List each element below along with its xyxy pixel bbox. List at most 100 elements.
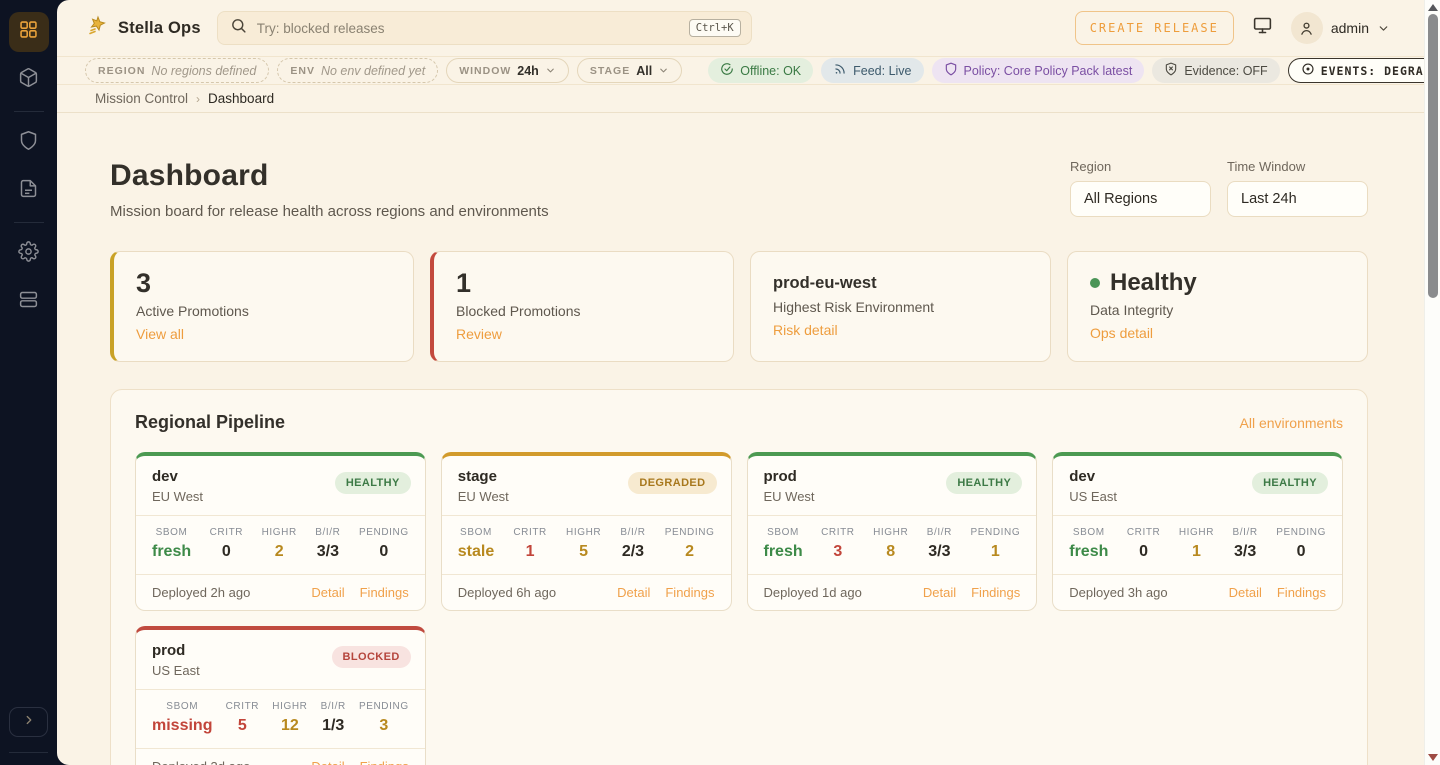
server-icon xyxy=(18,289,39,315)
stat-value: fresh xyxy=(1069,543,1108,561)
detail-link[interactable]: Detail xyxy=(311,759,344,765)
events-status-label: EVENTS: DEGRADED xyxy=(1321,64,1440,78)
all-environments-link[interactable]: All environments xyxy=(1240,415,1344,431)
findings-link[interactable]: Findings xyxy=(1277,585,1326,600)
stat-column: PENDING1 xyxy=(970,527,1020,561)
stat-column: HIGHR2 xyxy=(262,527,297,561)
vertical-scrollbar xyxy=(1424,0,1440,765)
stat-value: 2 xyxy=(665,543,715,561)
pipeline-card-links: Detail Findings xyxy=(923,585,1020,600)
stat-value: 8 xyxy=(873,543,908,561)
pipeline-card: dev US East HEALTHY SBOMfreshCRITR0HIGHR… xyxy=(1052,452,1343,611)
pipeline-card-links: Detail Findings xyxy=(311,585,408,600)
summary-card-link[interactable]: Ops detail xyxy=(1090,325,1153,341)
summary-card: 3 Active Promotions View all xyxy=(110,251,414,362)
sidebar-expand-button[interactable] xyxy=(9,707,48,737)
findings-link[interactable]: Findings xyxy=(360,585,409,600)
summary-card-value: 1 xyxy=(456,269,711,299)
stat-value: 3 xyxy=(359,717,409,735)
stat-header: HIGHR xyxy=(1179,527,1214,538)
sidebar-item-packages[interactable] xyxy=(9,60,49,100)
chevron-right-icon xyxy=(22,713,36,732)
deployed-timestamp: Deployed 3h ago xyxy=(1069,585,1167,600)
health-dot xyxy=(1090,278,1100,288)
regional-pipeline-panel: Regional Pipeline All environments dev E… xyxy=(110,389,1368,765)
stat-column: CRITR0 xyxy=(1127,527,1161,561)
stat-value: 0 xyxy=(1276,543,1326,561)
findings-link[interactable]: Findings xyxy=(971,585,1020,600)
sidebar-item-security[interactable] xyxy=(9,123,49,163)
sidebar-item-infrastructure[interactable] xyxy=(9,282,49,322)
stat-value: stale xyxy=(458,543,494,561)
summary-card-value: Healthy xyxy=(1090,269,1345,298)
summary-card-label: Blocked Promotions xyxy=(456,303,711,319)
feed-status-label: Feed: Live xyxy=(853,64,911,78)
stat-value: 0 xyxy=(210,543,244,561)
user-menu[interactable]: admin xyxy=(1291,12,1390,44)
breadcrumb: Mission Control › Dashboard xyxy=(57,85,1440,113)
detail-link[interactable]: Detail xyxy=(1229,585,1262,600)
detail-link[interactable]: Detail xyxy=(923,585,956,600)
status-badge: HEALTHY xyxy=(335,472,411,494)
summary-card-link[interactable]: Risk detail xyxy=(773,322,838,338)
sidebar-item-settings[interactable] xyxy=(9,234,49,274)
findings-link[interactable]: Findings xyxy=(665,585,714,600)
page-filters: Region All Regions Time Window Last 24h xyxy=(1070,159,1368,217)
stat-column: CRITR1 xyxy=(513,527,547,561)
sidebar-item-documents[interactable] xyxy=(9,171,49,211)
deployed-timestamp: Deployed 2h ago xyxy=(152,585,250,600)
offline-status-label: Offline: OK xyxy=(740,64,801,78)
app-logo: Stella Ops xyxy=(85,14,201,43)
scrollbar-thumb[interactable] xyxy=(1428,14,1438,298)
status-badge: HEALTHY xyxy=(946,472,1022,494)
stat-value: 0 xyxy=(359,543,409,561)
summary-card: Healthy Data Integrity Ops detail xyxy=(1067,251,1368,362)
stat-column: HIGHR12 xyxy=(272,701,307,735)
summary-card-label: Highest Risk Environment xyxy=(773,299,1028,315)
pipeline-stats: SBOMmissingCRITR5HIGHR12B/I/R1/3PENDING3 xyxy=(136,689,425,748)
offline-status-pill: Offline: OK xyxy=(708,58,813,83)
scroll-down-arrow[interactable] xyxy=(1428,754,1438,761)
shield-icon xyxy=(18,130,39,156)
window-dropdown[interactable]: WINDOW 24h xyxy=(446,58,569,83)
pipeline-card: prod EU West HEALTHY SBOMfreshCRITR3HIGH… xyxy=(747,452,1038,611)
region-select[interactable]: All Regions xyxy=(1070,181,1211,217)
stat-header: B/I/R xyxy=(927,527,952,538)
keyboard-shortcut-badge: Ctrl+K xyxy=(689,19,741,37)
stat-column: SBOMfresh xyxy=(1069,527,1108,561)
rss-feed-icon xyxy=(833,62,847,79)
window-dropdown-label: WINDOW xyxy=(459,65,511,77)
search-input[interactable]: Try: blocked releases Ctrl+K xyxy=(217,11,752,45)
stat-header: SBOM xyxy=(764,527,803,538)
stat-header: B/I/R xyxy=(1233,527,1258,538)
display-mode-button[interactable] xyxy=(1252,15,1273,41)
shield-off-icon xyxy=(1164,62,1178,79)
stat-column: CRITR5 xyxy=(226,701,260,735)
grid-icon xyxy=(18,19,39,45)
env-chip-value: No env defined yet xyxy=(321,64,425,78)
pipeline-stats: SBOMfreshCRITR0HIGHR2B/I/R3/3PENDING0 xyxy=(136,515,425,574)
stat-column: PENDING3 xyxy=(359,701,409,735)
page-content: Dashboard Mission board for release heal… xyxy=(57,113,1440,765)
breadcrumb-parent[interactable]: Mission Control xyxy=(95,91,188,106)
detail-link[interactable]: Detail xyxy=(617,585,650,600)
stat-column: CRITR0 xyxy=(210,527,244,561)
stat-column: SBOMfresh xyxy=(152,527,191,561)
summary-card-link[interactable]: View all xyxy=(136,326,184,342)
events-status-pill: EVENTS: DEGRADED xyxy=(1288,58,1440,83)
page-header: Dashboard Mission board for release heal… xyxy=(110,159,1368,220)
stat-value: 3/3 xyxy=(315,543,340,561)
sidebar-item-dashboard[interactable] xyxy=(9,12,49,52)
stage-dropdown[interactable]: STAGE All xyxy=(577,58,682,83)
create-release-button[interactable]: CREATE RELEASE xyxy=(1075,11,1234,45)
time-window-select[interactable]: Last 24h xyxy=(1227,181,1368,217)
detail-link[interactable]: Detail xyxy=(311,585,344,600)
summary-card-link[interactable]: Review xyxy=(456,326,502,342)
stat-header: B/I/R xyxy=(321,701,346,712)
scroll-up-arrow[interactable] xyxy=(1428,4,1438,11)
pipeline-card-links: Detail Findings xyxy=(311,759,408,765)
sidebar-divider xyxy=(9,752,48,753)
findings-link[interactable]: Findings xyxy=(360,759,409,765)
window-dropdown-value: 24h xyxy=(517,64,539,78)
stat-header: CRITR xyxy=(1127,527,1161,538)
